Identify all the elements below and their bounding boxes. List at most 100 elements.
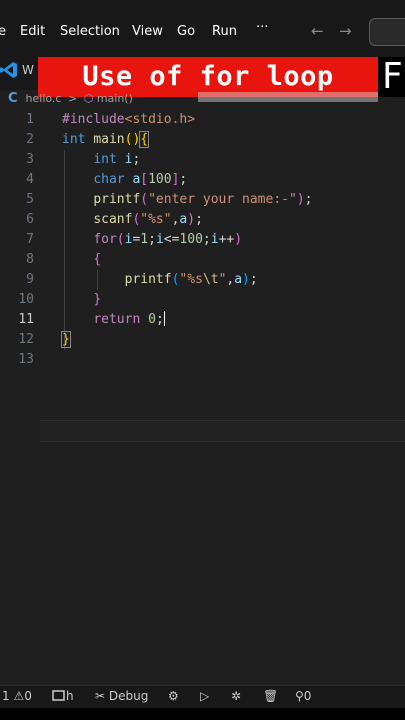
line-number: 11 [18,312,34,327]
folder-icon [52,690,65,701]
token: int [93,152,117,167]
line-number: 10 [18,292,34,307]
problems-indicator[interactable]: 1 ⚠0 [2,689,32,703]
more-menu-icon[interactable]: ··· [256,20,268,35]
token: for [93,232,117,247]
vscode-icon [0,62,17,78]
error-count: 1 [2,689,10,703]
token: 100 [148,172,172,187]
code-text: } [93,292,102,307]
forward-arrow-icon[interactable]: → [339,22,352,40]
token: return [93,312,141,327]
back-arrow-icon[interactable]: ← [311,22,324,40]
command-center-search[interactable] [369,18,405,46]
token: 1 [140,232,149,247]
menu-run[interactable]: Run [212,24,237,39]
menu-selection[interactable]: Selection [60,24,120,39]
play-icon[interactable]: ▷ [200,689,209,703]
tab-welcome[interactable]: W [22,63,34,77]
bottom-edge [0,708,405,720]
line-number: 13 [18,352,34,367]
debug-button[interactable]: ✂ Debug [95,689,148,703]
code-text: return 0; [93,311,165,327]
run-debug-icon: ✂ [95,689,106,703]
code-line: 13 [0,350,405,370]
c-file-icon: C [8,91,18,106]
line-number: 4 [26,172,34,187]
trash-icon[interactable]: 🗑 [263,689,278,703]
warning-count: 0 [24,689,32,703]
code-line: 12 } [0,330,405,350]
code-line: 2 int main(){ [0,130,405,150]
line-number: 6 [26,212,34,227]
code-editor[interactable]: 1 #include<stdio.h> 2 int main(){ 3 int … [0,110,405,685]
token: 100 [179,232,203,247]
token: a [234,272,243,287]
code-text: char a[100]; [93,172,188,187]
ports-count: 0 [303,689,312,703]
status-bar: 1 ⚠0 h ✂ Debug ⚙ ▷ ✲ 🗑 ⚲0 [0,685,405,708]
token: "%s [179,272,203,287]
remote-label: h [66,689,74,703]
code-text: { [93,252,102,267]
broadcast-icon: ⚲ [295,689,304,703]
code-line: 9 printf("%s\t",a); [0,270,405,290]
line-number: 1 [26,112,34,127]
line-number: 2 [26,132,34,147]
code-text: for(i=1;i<=100;i++) [93,232,243,247]
code-text: int main(){ [62,131,150,148]
token: <stdio.h> [124,112,196,127]
code-line: 7 for(i=1;i<=100;i++) [0,230,405,250]
warning-icon: ⚠ [13,689,25,703]
method-icon: ⬡ [83,92,94,105]
code-text: printf("%s\t",a); [124,272,258,287]
token: "%s" [140,212,172,227]
code-line: 6 scanf("%s",a); [0,210,405,230]
code-text: #include<stdio.h> [62,110,195,130]
remote-indicator[interactable]: h [52,689,74,703]
code-text: } [61,331,71,348]
token: int [62,132,86,147]
code-text: scanf("%s",a); [93,212,203,227]
line-number: 9 [26,272,34,287]
token: main [93,132,125,147]
debug-label: Debug [108,689,149,703]
text-cursor [163,311,165,326]
menu-view[interactable]: View [132,24,163,39]
line-number: 12 [18,332,34,347]
token: printf [93,192,141,207]
banner-trailing-letter: F [382,56,403,97]
line-number: 8 [26,252,34,267]
code-line: 8 { [0,250,405,270]
token: scanf [93,212,133,227]
token: 0 [148,312,156,327]
code-line: 1 #include<stdio.h> [0,110,405,130]
token: i [210,232,219,247]
token: \t [202,272,219,287]
line-number: 5 [26,192,34,207]
menu-go[interactable]: Go [177,24,195,39]
line-number: 7 [26,232,34,247]
token: printf [124,272,172,287]
ports-indicator[interactable]: ⚲0 [295,689,311,703]
token: #include [62,112,125,127]
code-line: 10 } [0,290,405,310]
debug-gear-icon[interactable]: ✲ [231,689,241,703]
breadcrumb-file[interactable]: hello.c [26,92,62,105]
code-line-active: 11 return 0; [0,310,405,330]
code-text: printf("enter your name:-"); [93,192,313,207]
settings-icon[interactable]: ⚙ [168,689,179,703]
code-text: int i; [93,152,141,167]
breadcrumb-symbol[interactable]: main() [97,92,133,105]
breadcrumb-separator: > [67,92,78,105]
code-line: 4 char a[100]; [0,170,405,190]
token: i [155,232,164,247]
token: char [93,172,125,187]
line-number: 3 [26,152,34,167]
menu-edit[interactable]: Edit [20,24,45,39]
active-line-highlight [40,420,405,442]
menu-file[interactable]: e [0,24,6,39]
breadcrumb[interactable]: Chello.c > ⬡ main() [8,91,133,109]
token: "enter your name:-" [148,192,297,207]
code-line: 3 int i; [0,150,405,170]
